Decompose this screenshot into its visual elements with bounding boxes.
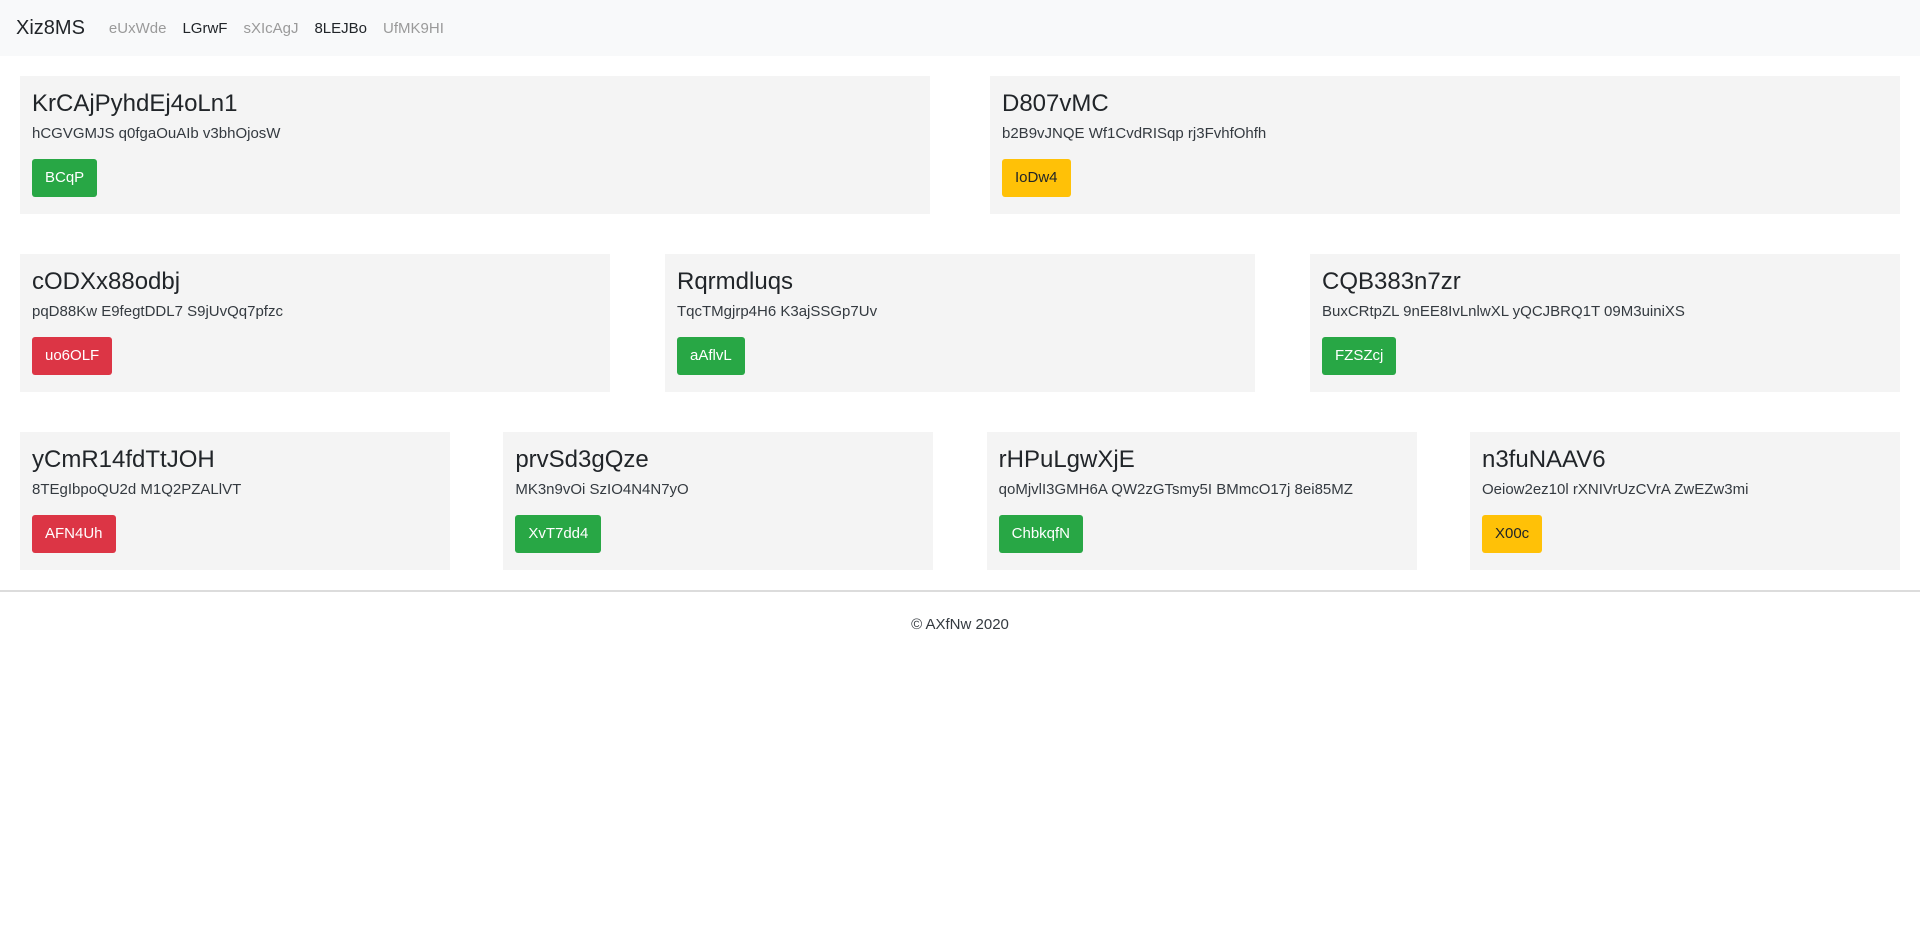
footer-text: © AXfNw 2020 [911,616,1009,633]
card-text: hCGVGMJS q0fgaOuAIb v3bhOjosW [32,125,281,142]
card-text: qoMjvlI3GMH6A QW2zGTsmy5I BMmcO17j 8ei85… [998,481,1353,498]
nav-link-2[interactable]: LGrwF [182,20,227,37]
card-row-1: KrCAjPyhdEj4oLn1 hCGVGMJS q0fgaOuAIb v3b… [0,76,1920,214]
card-title: Rqrmdluqs [677,268,794,295]
card-button[interactable]: X00c [1481,515,1543,553]
card: KrCAjPyhdEj4oLn1 hCGVGMJS q0fgaOuAIb v3b… [20,76,930,214]
card-title: rHPuLgwXjE [998,446,1135,473]
card: Rqrmdluqs TqcTMgjrp4H6 K3ajSSGp7Uv aAflv… [665,254,1255,392]
card-title: n3fuNAAV6 [1481,446,1606,473]
nav-link-5[interactable]: UfMK9HI [383,20,444,37]
card: n3fuNAAV6 Oeiow2ez10l rXNIVrUzCVrA ZwEZw… [1469,432,1900,570]
card: cODXx88odbj pqD88Kw E9fegtDDL7 S9jUvQq7p… [20,254,610,392]
card-button[interactable]: aAflvL [677,337,745,375]
card-button[interactable]: uo6OLF [32,337,113,375]
card-text: Oeiow2ez10l rXNIVrUzCVrA ZwEZw3mi [1481,481,1749,498]
card: rHPuLgwXjE qoMjvlI3GMH6A QW2zGTsmy5I BMm… [986,432,1417,570]
card-button[interactable]: BCqP [32,159,98,197]
card-button[interactable]: FZSZcj [1322,337,1397,375]
card-text: 8TEgIbpoQU2d M1Q2PZALlVT [32,481,242,498]
card-row-3: yCmR14fdTtJOH 8TEgIbpoQU2d M1Q2PZALlVT A… [0,432,1920,570]
card-text: pqD88Kw E9fegtDDL7 S9jUvQq7pfzc [32,303,283,320]
footer-divider [0,590,1920,592]
card: yCmR14fdTtJOH 8TEgIbpoQU2d M1Q2PZALlVT A… [20,432,450,570]
nav-link-1[interactable]: eUxWde [109,20,167,37]
card-text: TqcTMgjrp4H6 K3ajSSGp7Uv [677,303,878,320]
card-title: yCmR14fdTtJOH [32,446,215,473]
nav-link-3[interactable]: sXIcAgJ [243,20,298,37]
card-row-2: cODXx88odbj pqD88Kw E9fegtDDL7 S9jUvQq7p… [0,254,1920,392]
card-title: D807vMC [1002,90,1109,117]
card-title: KrCAjPyhdEj4oLn1 [32,90,238,117]
card: prvSd3gQze MK3n9vOi SzIO4N4N7yO XvT7dd4 [503,432,934,570]
card-button[interactable]: XvT7dd4 [515,515,602,553]
card-button[interactable]: ChbkqfN [998,515,1084,553]
navbar: Xiz8MS eUxWde LGrwF sXIcAgJ 8LEJBo UfMK9… [0,0,1920,56]
card-title: cODXx88odbj [32,268,181,295]
footer: © AXfNw 2020 [0,616,1920,633]
card-title: CQB383n7zr [1322,268,1461,295]
navbar-brand[interactable]: Xiz8MS [16,17,85,40]
card-text: BuxCRtpZL 9nEE8IvLnlwXL yQCJBRQ1T 09M3ui… [1322,303,1685,320]
card-text: MK3n9vOi SzIO4N4N7yO [515,481,689,498]
card-text: b2B9vJNQE Wf1CvdRISqp rj3FvhfOhfh [1002,125,1267,142]
card: D807vMC b2B9vJNQE Wf1CvdRISqp rj3FvhfOhf… [990,76,1900,214]
nav-link-4[interactable]: 8LEJBo [314,20,367,37]
card: CQB383n7zr BuxCRtpZL 9nEE8IvLnlwXL yQCJB… [1310,254,1900,392]
card-button[interactable]: AFN4Uh [32,515,116,553]
card-button[interactable]: IoDw4 [1002,159,1071,197]
card-title: prvSd3gQze [515,446,649,473]
